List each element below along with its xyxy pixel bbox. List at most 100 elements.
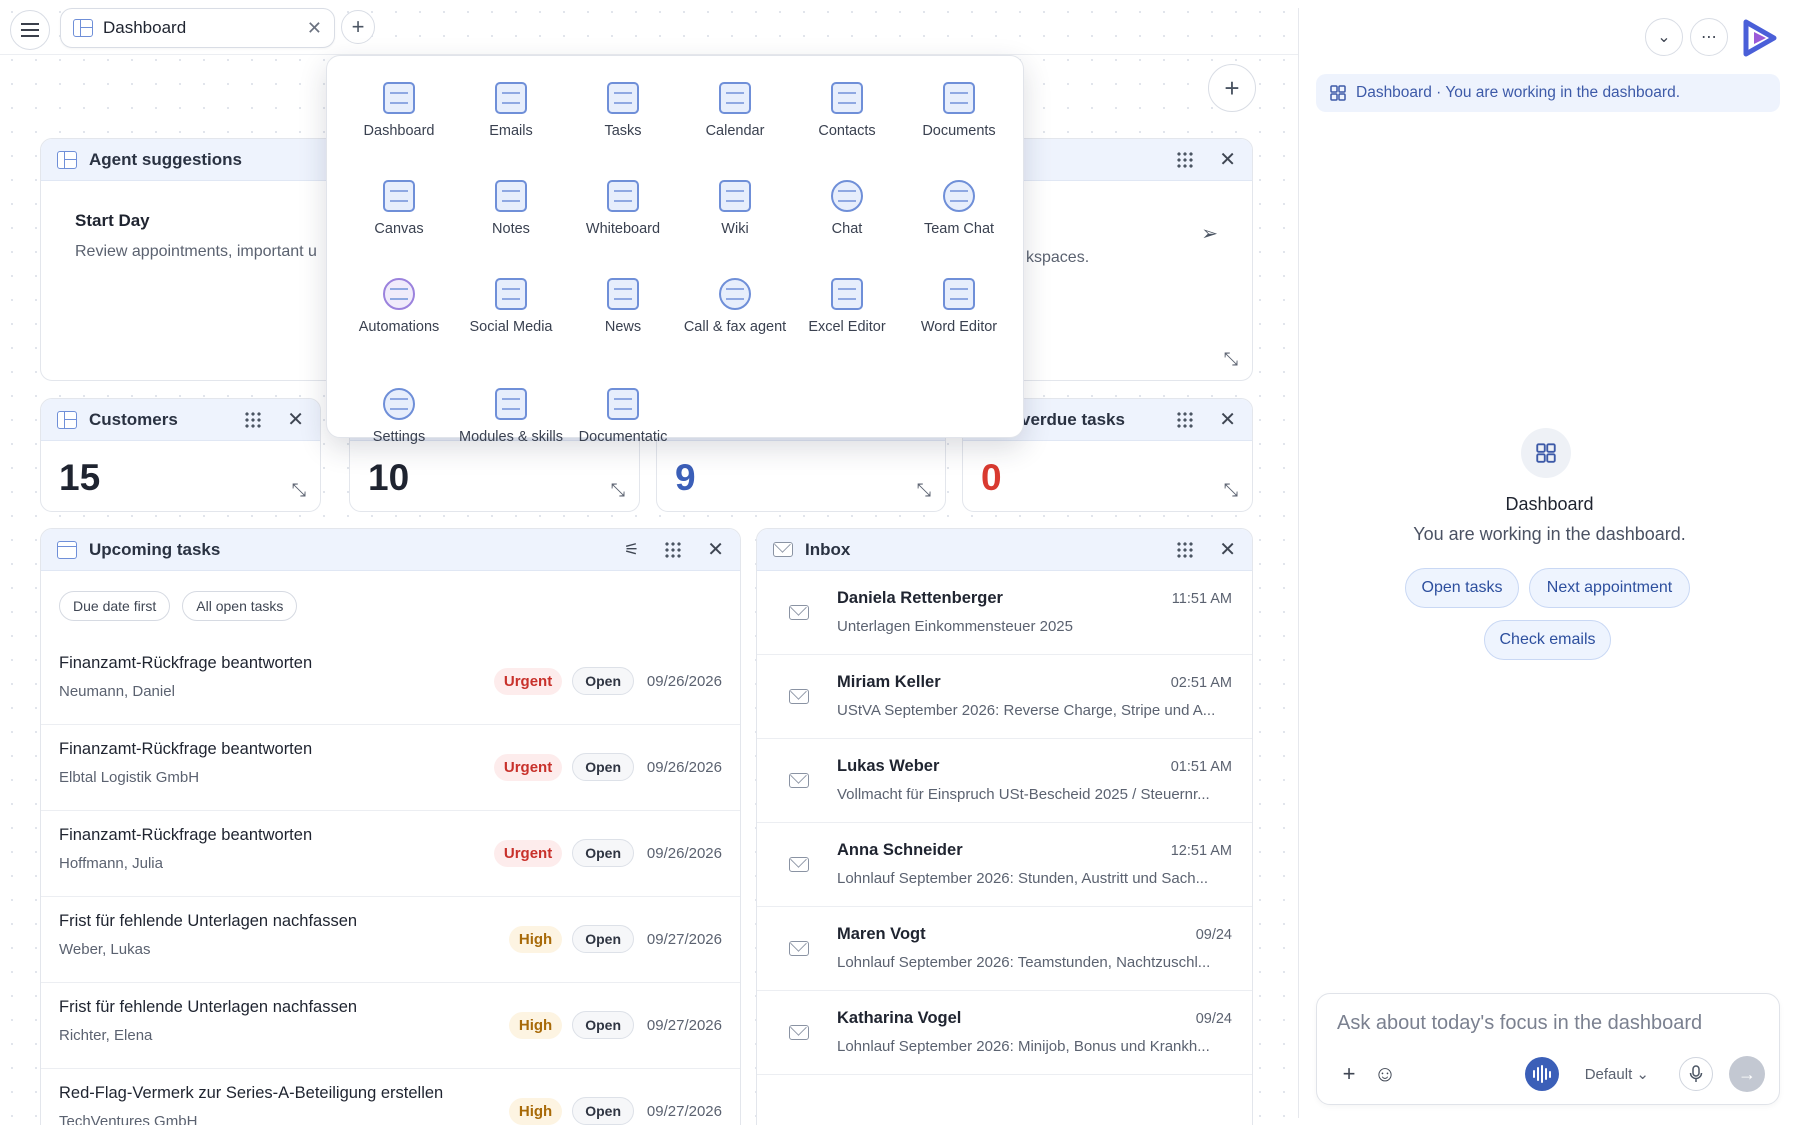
expand-icon[interactable]: ⤡ [1224, 480, 1238, 501]
tasks-icon [607, 82, 639, 114]
sort-filter-chip[interactable]: Due date first [59, 591, 171, 621]
widget-header: Customers ✕ [41, 399, 320, 441]
app-whiteboard[interactable]: Whiteboard [567, 180, 679, 266]
status-filter-chip[interactable]: All open tasks [182, 591, 298, 621]
mail-row[interactable]: Lukas Weber 01:51 AM Vollmacht für Einspru… [757, 739, 1252, 823]
envelope-icon [789, 941, 809, 956]
chevron-down-icon: ⌄ [1657, 29, 1671, 46]
close-icon[interactable]: ✕ [1219, 410, 1236, 430]
add-widget-button[interactable]: + [1208, 64, 1256, 112]
close-icon[interactable]: ✕ [1219, 150, 1236, 170]
app-dashboard[interactable]: Dashboard [343, 82, 455, 168]
priority-badge: Urgent [493, 839, 563, 867]
app-contacts[interactable]: Contacts [791, 82, 903, 168]
close-icon[interactable]: ✕ [707, 540, 724, 560]
mail-row[interactable]: Maren Vogt 09/24 Lohnlauf September 2026: … [757, 907, 1252, 991]
mail-time: 09/24 [1195, 1011, 1232, 1027]
app-wiki[interactable]: Wiki [679, 180, 791, 266]
mail-time: 02:51 AM [1170, 675, 1232, 691]
app-notes[interactable]: Notes [455, 180, 567, 266]
due-date: 09/27/2026 [646, 1102, 722, 1120]
attach-plus-icon[interactable]: + [1331, 1061, 1367, 1087]
task-row[interactable]: Frist für fehlende Unterlagen nachfassen… [41, 897, 740, 983]
app-tasks[interactable]: Tasks [567, 82, 679, 168]
expand-icon[interactable]: ⤡ [611, 480, 625, 501]
send-icon[interactable]: ➢ [1201, 221, 1218, 246]
app-documentation[interactable]: Documentatic [567, 388, 679, 474]
app-emails[interactable]: Emails [455, 82, 567, 168]
mail-subject: UStVA September 2026: Reverse Charge, St… [837, 702, 1216, 719]
suggestion-text-tail: kspaces. [1026, 249, 1090, 266]
app-automations[interactable]: Automations [343, 278, 455, 376]
microphone-button[interactable] [1679, 1057, 1713, 1091]
due-date: 09/26/2026 [646, 672, 722, 690]
app-documents[interactable]: Documents [903, 82, 1015, 168]
emoji-icon[interactable]: ☺ [1367, 1061, 1403, 1087]
open-tasks-button[interactable]: Open tasks [1405, 568, 1519, 608]
drag-grip-icon[interactable] [1177, 541, 1194, 558]
priority-badge: Urgent [493, 753, 563, 781]
mail-row[interactable]: Katharina Vogel 09/24 Lohnlauf September 2… [757, 991, 1252, 1075]
task-row[interactable]: Red-Flag-Vermerk zur Series-A-Beteiligun… [41, 1069, 740, 1125]
app-team-chat[interactable]: Team Chat [903, 180, 1015, 266]
next-appointment-button[interactable]: Next appointment [1529, 568, 1690, 608]
app-news[interactable]: News [567, 278, 679, 376]
context-bar: Dashboard · You are working in the dashb… [1316, 74, 1780, 112]
app-settings[interactable]: Settings [343, 388, 455, 474]
app-excel-editor[interactable]: Excel Editor [791, 278, 903, 376]
mail-row[interactable]: Anna Schneider 12:51 AM Lohnlauf September… [757, 823, 1252, 907]
expand-icon[interactable]: ⤡ [917, 480, 931, 501]
app-word-editor[interactable]: Word Editor [903, 278, 1015, 376]
mail-row[interactable]: Miriam Keller 02:51 AM UStVA September 202… [757, 655, 1252, 739]
send-message-button[interactable]: → [1729, 1056, 1765, 1092]
gear-icon [383, 388, 415, 420]
app-chat[interactable]: Chat [791, 180, 903, 266]
filter-settings-icon[interactable]: ⚟ [624, 540, 639, 560]
main-menu-button[interactable] [10, 10, 50, 50]
app-calendar[interactable]: Calendar [679, 82, 791, 168]
task-row[interactable]: Finanzamt-Rückfrage beantworten Elbtal L… [41, 725, 740, 811]
drag-grip-icon[interactable] [1177, 411, 1194, 428]
task-row[interactable]: Finanzamt-Rückfrage beantworten Neumann,… [41, 639, 740, 725]
voice-mode-button[interactable] [1524, 1057, 1559, 1091]
envelope-icon [773, 542, 793, 557]
tab-dashboard[interactable]: Dashboard ✕ [60, 8, 335, 48]
task-row[interactable]: Frist für fehlende Unterlagen nachfassen… [41, 983, 740, 1069]
drag-grip-icon[interactable] [245, 411, 262, 428]
modules-icon [495, 388, 527, 420]
whiteboard-icon [607, 180, 639, 212]
context-label: Dashboard [1356, 84, 1432, 101]
app-modules-skills[interactable]: Modules & skills [455, 388, 567, 474]
calendar-icon [719, 82, 751, 114]
expand-icon[interactable]: ⤡ [1224, 349, 1238, 370]
more-options-button[interactable]: ⋯ [1690, 18, 1728, 56]
widget-title: Inbox [805, 539, 851, 559]
open-book-icon [607, 388, 639, 420]
model-select[interactable]: Default ⌄ [1585, 1065, 1649, 1083]
close-icon[interactable]: ✕ [1219, 540, 1236, 560]
task-row[interactable]: Finanzamt-Rückfrage beantworten Hoffmann… [41, 811, 740, 897]
envelope-icon [789, 689, 809, 704]
check-emails-button[interactable]: Check emails [1484, 620, 1611, 660]
new-tab-button[interactable]: + [341, 10, 375, 44]
mail-row[interactable]: Daniela Rettenberger 11:51 AM Unterlagen E… [757, 571, 1252, 655]
empty-state-title: Dashboard [1505, 494, 1594, 514]
collapse-button[interactable]: ⌄ [1645, 18, 1683, 56]
close-icon[interactable]: ✕ [307, 18, 322, 39]
dashboard-icon [1521, 428, 1571, 478]
app-call-fax-agent[interactable]: Call & fax agent [679, 278, 791, 376]
chat-input[interactable]: Ask about today's focus in the dashboard [1337, 1012, 1702, 1035]
spreadsheet-icon [831, 278, 863, 310]
mail-time: 09/24 [1195, 927, 1232, 943]
context-text: · You are working in the dashboard. [1436, 84, 1681, 101]
dashboard-icon [383, 82, 415, 114]
dashboard-icon [57, 150, 77, 169]
plus-icon: + [1224, 72, 1240, 103]
expand-icon[interactable]: ⤡ [292, 480, 306, 501]
assistant-panel [1299, 0, 1800, 1125]
app-canvas[interactable]: Canvas [343, 180, 455, 266]
drag-grip-icon[interactable] [1177, 151, 1194, 168]
drag-grip-icon[interactable] [665, 541, 682, 558]
app-social-media[interactable]: Social Media [455, 278, 567, 376]
close-icon[interactable]: ✕ [287, 410, 304, 430]
